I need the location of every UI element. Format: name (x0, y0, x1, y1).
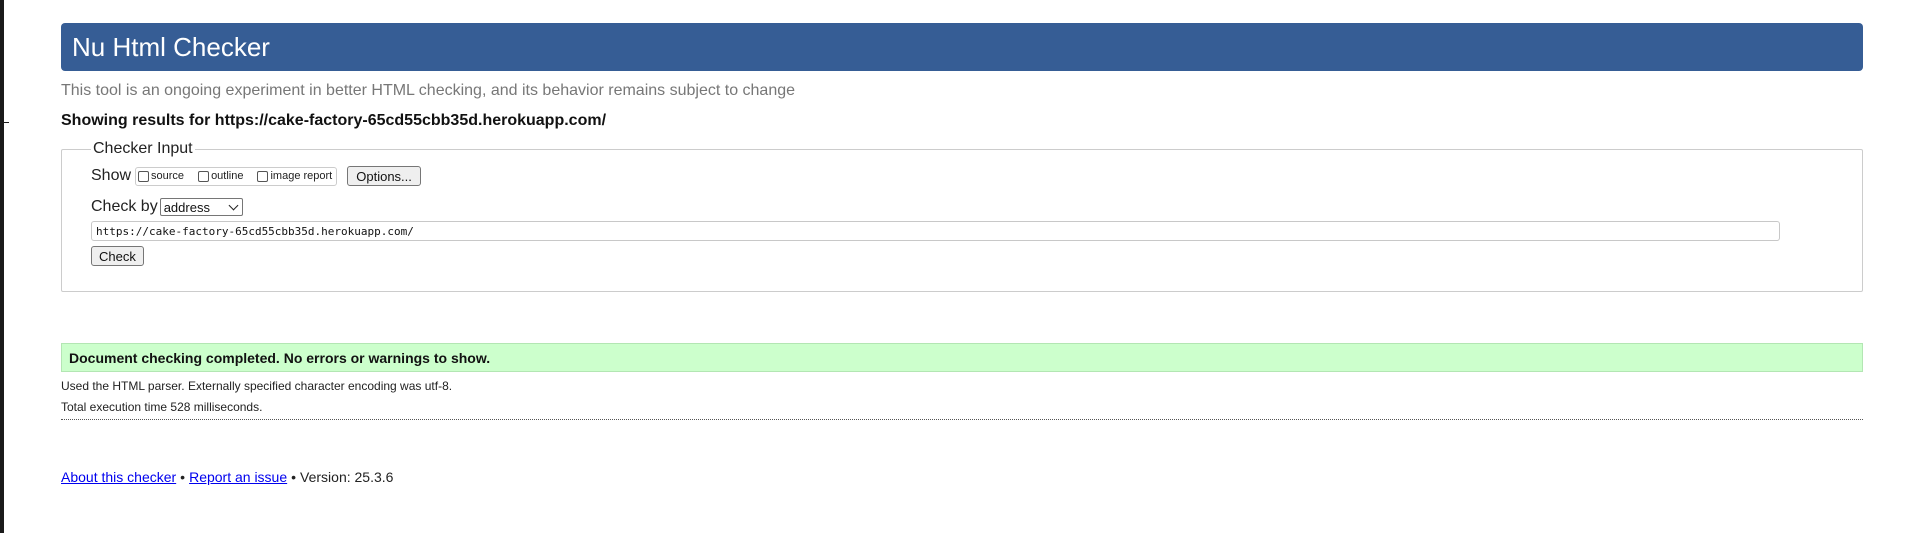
show-label: Show (91, 167, 132, 184)
url-input-value: https://cake-factory-65cd55cbb35d.heroku… (96, 224, 414, 238)
check-button[interactable]: Check (91, 246, 144, 266)
check-by-selected-value: address (163, 199, 210, 215)
source-checkbox[interactable] (138, 170, 150, 182)
show-row: Show source outline image report Options… (91, 164, 1834, 188)
tagline: This tool is an ongoing experiment in be… (61, 82, 796, 99)
execution-time: Total execution time 528 milliseconds. (61, 400, 263, 414)
source-checkbox-label: source (151, 170, 185, 182)
dotted-divider (61, 419, 1863, 420)
window-left-edge-notch (0, 122, 9, 123)
success-message: Document checking completed. No errors o… (61, 343, 1863, 372)
show-source-option[interactable]: source (138, 170, 184, 182)
image-report-checkbox[interactable] (257, 170, 269, 182)
options-button[interactable]: Options... (347, 166, 421, 186)
outline-checkbox-label: outline (211, 170, 244, 182)
url-input[interactable]: https://cake-factory-65cd55cbb35d.heroku… (91, 221, 1780, 241)
results-for-heading: Showing results for https://cake-factory… (61, 112, 607, 129)
footer-separator-1: • (180, 469, 186, 485)
about-checker-link[interactable]: About this checker (61, 469, 176, 485)
chevron-down-icon (228, 200, 239, 210)
outline-checkbox[interactable] (198, 170, 210, 182)
image-report-checkbox-label: image report (270, 170, 333, 182)
checker-input-legend: Checker Input (93, 140, 193, 157)
app-title: Nu Html Checker (72, 31, 270, 62)
show-image-report-option[interactable]: image report (257, 170, 332, 182)
check-by-row: Check by address (91, 197, 1834, 217)
checker-input-fieldset: Checker Input Show source outline image … (61, 140, 1863, 292)
show-options-group: source outline image report (135, 166, 338, 186)
footer: About this checker • Report an issue • Versi… (61, 469, 1863, 485)
app-header: Nu Html Checker (61, 23, 1863, 71)
report-issue-link[interactable]: Report an issue (189, 469, 287, 485)
page-content: Nu Html Checker This tool is an ongoing … (61, 23, 1863, 485)
window-left-edge (0, 0, 4, 533)
check-by-select[interactable]: address (159, 198, 243, 216)
show-outline-option[interactable]: outline (198, 170, 243, 182)
parser-info: Used the HTML parser. Externally specifi… (61, 379, 453, 393)
footer-separator-2: • (291, 469, 297, 485)
version-text: Version: 25.3.6 (300, 469, 394, 485)
check-by-label: Check by (91, 198, 158, 215)
